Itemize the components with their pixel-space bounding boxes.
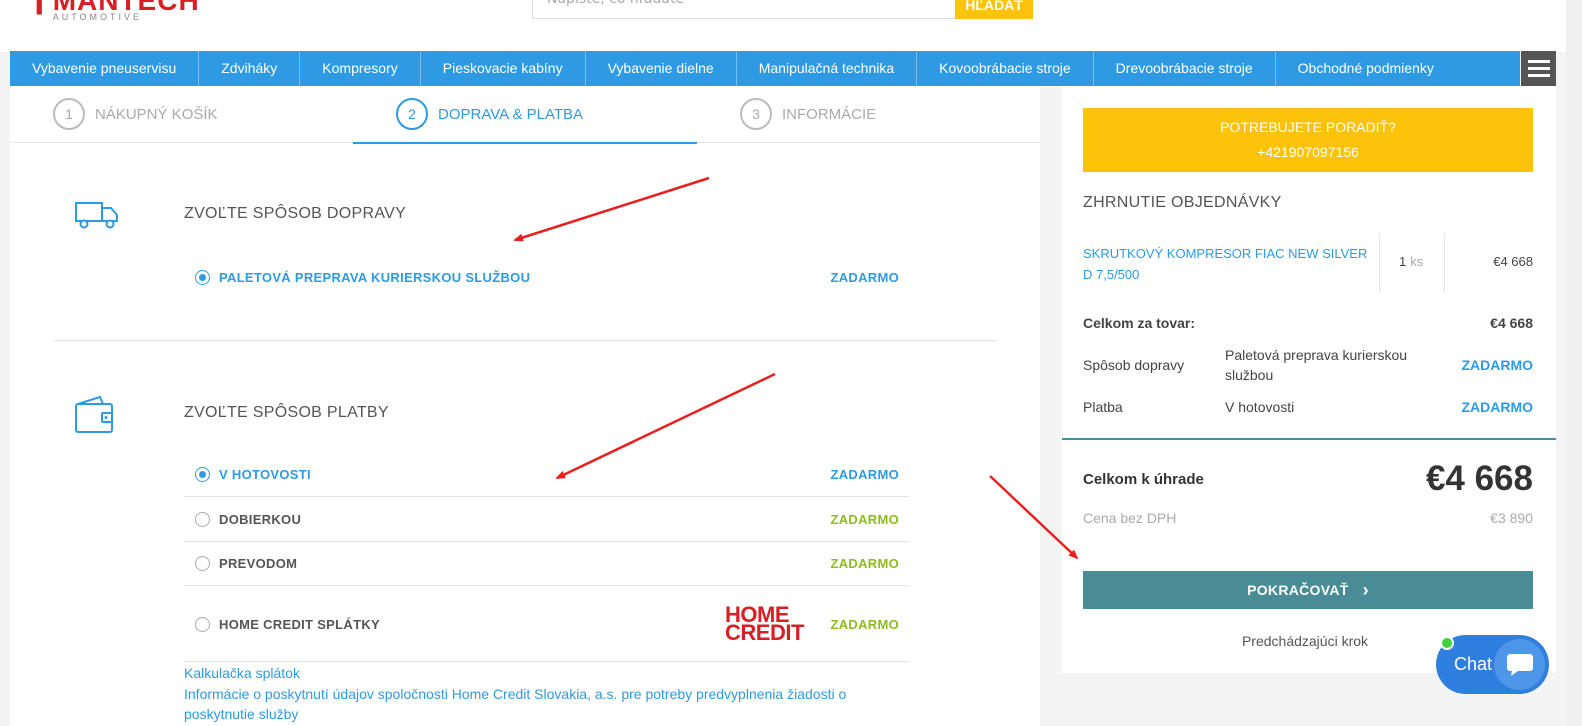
summary-divider <box>1062 438 1556 440</box>
nav-item-vybavenie-dielne[interactable]: Vybavenie dielne <box>586 51 737 86</box>
shipping-summary-price: ZADARMO <box>1461 357 1533 373</box>
site-header: 𝟏 MANTECH AUTOMOTIVE Napíšte, čo hľadáte… <box>0 0 1582 52</box>
step-label: INFORMÁCIE <box>782 105 877 123</box>
active-step-underline <box>353 142 697 144</box>
home-credit-logo-line2: CREDIT <box>725 620 804 645</box>
continue-button[interactable]: POKRAČOVAŤ › <box>1083 571 1533 609</box>
nav-item-manipulacna-technika[interactable]: Manipulačná technika <box>737 51 918 86</box>
logo-text: MANTECH AUTOMOTIVE <box>53 0 200 22</box>
payment-radio-home-credit[interactable] <box>195 616 210 632</box>
shipping-option-price: ZADARMO <box>830 269 899 285</box>
payment-option-transfer[interactable]: PREVODOM ZADARMO <box>184 542 909 586</box>
grand-total-value: €4 668 <box>1425 459 1533 498</box>
shipping-summary-value: Paletová preprava kurierskou službou <box>1225 347 1408 383</box>
nav-item-kovoobrabacie-stroje[interactable]: Kovoobrábacie stroje <box>917 51 1094 86</box>
step-number: 2 <box>396 98 428 130</box>
search-button[interactable]: HĽADAŤ <box>955 0 1033 19</box>
payment-option-price: ZADARMO <box>830 616 899 632</box>
payment-radio-cod[interactable] <box>195 512 210 527</box>
nav-item-vybavenie-pneuservisu[interactable]: Vybavenie pneuservisu <box>10 51 200 86</box>
truck-icon <box>74 200 120 234</box>
step-number: 1 <box>53 98 85 130</box>
shipping-section-title: ZVOĽTE SPÔSOB DOPRAVY <box>184 205 407 222</box>
payment-option-label: V HOTOVOSTI <box>219 467 311 482</box>
order-summary-sidebar: POTREBUJETE PORADIŤ? +421907097156 ZHRNU… <box>1062 86 1556 673</box>
chat-widget[interactable]: Chat <box>1436 635 1549 694</box>
shipping-radio-paletova[interactable] <box>195 269 210 285</box>
chat-bubble-icon <box>1494 639 1545 690</box>
advice-banner[interactable]: POTREBUJETE PORADIŤ? +421907097156 <box>1083 108 1533 172</box>
payment-option-label: HOME CREDIT SPLÁTKY <box>219 616 380 632</box>
step-number: 3 <box>740 98 772 130</box>
nav-item-zdvihaky[interactable]: Zdviháky <box>199 51 301 86</box>
logo-mark-icon: 𝟏 <box>30 0 47 21</box>
home-credit-logo: HOME CREDIT <box>725 604 804 645</box>
shipping-option-paletova[interactable]: PALETOVÁ PREPRAVA KURIERSKOU SLUŽBOU ZAD… <box>184 255 909 299</box>
payment-summary-price: ZADARMO <box>1461 399 1533 415</box>
goods-total-label: Celkom za tovar: <box>1083 315 1196 331</box>
summary-title: ZHRNUTIE OBJEDNÁVKY <box>1083 194 1282 211</box>
step-label: NÁKUPNÝ KOŠÍK <box>95 105 218 123</box>
product-qty-value: 1 <box>1399 254 1407 269</box>
payment-radio-cash[interactable] <box>195 467 210 482</box>
payment-option-price: ZADARMO <box>830 467 899 482</box>
payment-option-label: PREVODOM <box>219 556 298 571</box>
page-scrollbar[interactable] <box>1566 0 1582 726</box>
shipping-summary-row: Spôsob dopravy Paletová preprava kuriers… <box>1083 345 1533 389</box>
product-qty-unit: ks <box>1410 254 1424 269</box>
nav-item-pieskovacie-kabiny[interactable]: Pieskovacie kabíny <box>421 51 586 86</box>
step-information[interactable]: 3 INFORMÁCIE <box>740 98 876 130</box>
product-separator <box>1444 233 1445 292</box>
payment-option-cash[interactable]: V HOTOVOSTI ZADARMO <box>184 453 909 497</box>
goods-total-value: €4 668 <box>1490 315 1533 331</box>
payment-option-price: ZADARMO <box>830 512 899 527</box>
site-logo[interactable]: 𝟏 MANTECH AUTOMOTIVE <box>30 0 200 22</box>
continue-button-label: POKRAČOVAŤ <box>1247 582 1349 598</box>
section-divider <box>53 340 997 341</box>
payment-summary-value: V hotovosti <box>1225 399 1295 415</box>
payment-section-title: ZVOĽTE SPÔSOB PLATBY <box>184 404 389 421</box>
step-cart[interactable]: 1 NÁKUPNÝ KOŠÍK <box>53 98 218 130</box>
shipping-option-label: PALETOVÁ PREPRAVA KURIERSKOU SLUŽBOU <box>219 269 531 285</box>
shipping-summary-label: Spôsob dopravy <box>1083 357 1185 373</box>
payment-option-home-credit[interactable]: HOME CREDIT SPLÁTKY HOME CREDIT ZADARMO <box>184 587 909 662</box>
checkout-main-panel: 1 NÁKUPNÝ KOŠÍK 2 DOPRAVA & PLATBA 3 INF… <box>10 86 1040 726</box>
payment-radio-transfer[interactable] <box>195 556 210 571</box>
hamburger-menu-icon[interactable] <box>1521 51 1556 86</box>
summary-product-price: €4 668 <box>1493 254 1533 269</box>
nav-item-obchodne-podmienky[interactable]: Obchodné podmienky <box>1276 51 1456 86</box>
price-without-vat-label: Cena bez DPH <box>1083 510 1177 526</box>
step-shipping-payment[interactable]: 2 DOPRAVA & PLATBA <box>396 98 583 130</box>
nav-item-kompresory[interactable]: Kompresory <box>300 51 421 86</box>
logo-name: MANTECH <box>52 0 200 16</box>
nav-item-drevoobrabacie-stroje[interactable]: Drevoobrábacie stroje <box>1094 51 1276 86</box>
home-credit-info-link[interactable]: Informácie o poskytnutí údajov spoločnos… <box>184 684 904 724</box>
installment-calculator-link[interactable]: Kalkulačka splátok <box>184 663 300 683</box>
payment-option-price: ZADARMO <box>830 556 899 571</box>
step-label: DOPRAVA & PLATBA <box>438 105 584 123</box>
main-nav: Vybavenie pneuservisu Zdviháky Kompresor… <box>10 51 1520 86</box>
payment-option-cod[interactable]: DOBIERKOU ZADARMO <box>184 498 909 542</box>
search-input[interactable]: Napíšte, čo hľadáte <box>532 0 956 19</box>
advice-phone[interactable]: +421907097156 <box>1083 140 1533 165</box>
advice-title: POTREBUJETE PORADIŤ? <box>1220 119 1396 135</box>
chevron-right-icon: › <box>1362 579 1369 600</box>
price-without-vat-value: €3 890 <box>1490 510 1533 526</box>
product-separator <box>1379 233 1380 292</box>
summary-product-qty: 1 ks <box>1399 254 1423 269</box>
payment-option-label: DOBIERKOU <box>219 512 302 527</box>
chat-label: Chat <box>1454 654 1493 674</box>
online-status-dot <box>1440 636 1454 650</box>
wallet-icon <box>74 394 116 440</box>
grand-total-label: Celkom k úhrade <box>1083 471 1204 488</box>
checkout-steps: 1 NÁKUPNÝ KOŠÍK 2 DOPRAVA & PLATBA 3 INF… <box>10 86 1040 144</box>
payment-summary-label: Platba <box>1083 399 1123 415</box>
summary-product-name[interactable]: SKRUTKOVÝ KOMPRESOR FIAC NEW SILVER D 7,… <box>1083 243 1373 285</box>
